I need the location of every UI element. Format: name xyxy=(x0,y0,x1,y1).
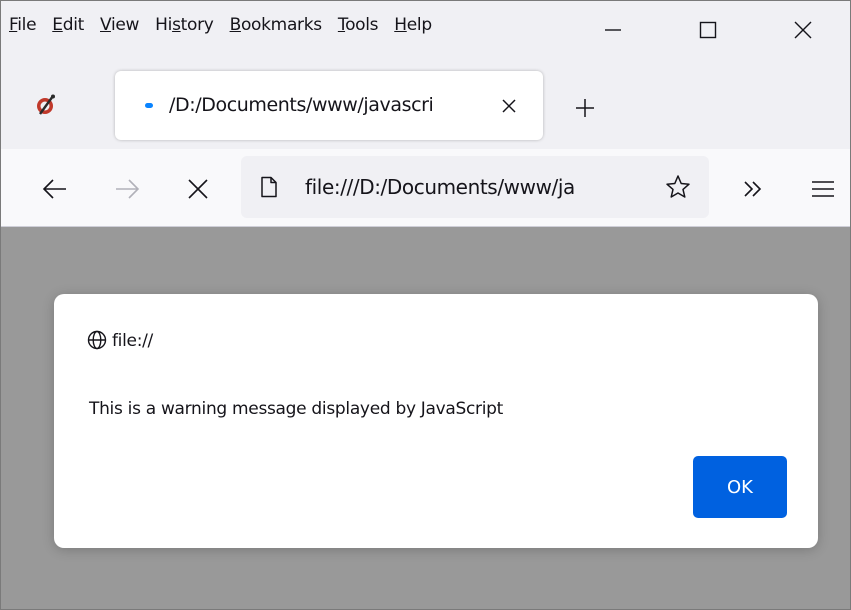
ok-button[interactable]: OK xyxy=(693,456,787,518)
dialog-message: This is a warning message displayed by J… xyxy=(89,399,504,419)
url-bar[interactable]: file:///D:/Documents/www/ja xyxy=(241,156,709,218)
app-logo-icon xyxy=(37,94,55,115)
minimize-button[interactable] xyxy=(565,1,660,59)
menu-edit[interactable]: Edit xyxy=(52,15,84,35)
menu-bookmarks[interactable]: Bookmarks xyxy=(230,15,323,35)
browser-window: File Edit View History Bookmarks Tools H… xyxy=(0,0,851,610)
tab-strip: /D:/Documents/www/javascri xyxy=(1,59,850,149)
chevron-double-right-icon[interactable] xyxy=(739,175,767,203)
menu-bar: File Edit View History Bookmarks Tools H… xyxy=(1,1,850,59)
globe-icon xyxy=(87,330,107,350)
alert-dialog: file:// This is a warning message displa… xyxy=(54,294,818,548)
menu-help[interactable]: Help xyxy=(394,15,432,35)
menu-view[interactable]: View xyxy=(100,15,139,35)
menu-history[interactable]: History xyxy=(155,15,214,35)
minimize-icon xyxy=(604,29,621,31)
window-close-button[interactable] xyxy=(755,1,850,59)
page-icon xyxy=(261,176,277,198)
maximize-icon xyxy=(699,21,716,39)
page-content: file:// This is a warning message displa… xyxy=(1,228,850,609)
url-input[interactable]: file:///D:/Documents/www/ja xyxy=(305,175,650,199)
arrow-left-icon[interactable] xyxy=(41,175,69,203)
tab-active[interactable]: /D:/Documents/www/javascri xyxy=(115,71,543,140)
menu-items: File Edit View History Bookmarks Tools H… xyxy=(9,15,448,35)
menu-tools[interactable]: Tools xyxy=(338,15,379,35)
close-icon xyxy=(794,21,811,39)
plus-icon[interactable] xyxy=(573,96,597,120)
stop-icon[interactable] xyxy=(184,175,212,203)
close-icon[interactable] xyxy=(499,96,519,116)
hamburger-icon[interactable] xyxy=(809,175,837,203)
arrow-right-icon[interactable] xyxy=(113,175,141,203)
tab-loading-indicator xyxy=(145,103,153,108)
star-icon[interactable] xyxy=(665,174,691,200)
maximize-button[interactable] xyxy=(660,1,755,59)
tab-title: /D:/Documents/www/javascri xyxy=(169,94,434,116)
dialog-origin: file:// xyxy=(112,331,153,351)
menu-file[interactable]: File xyxy=(9,15,37,35)
window-controls xyxy=(565,1,850,59)
nav-bar: file:///D:/Documents/www/ja xyxy=(1,149,850,227)
